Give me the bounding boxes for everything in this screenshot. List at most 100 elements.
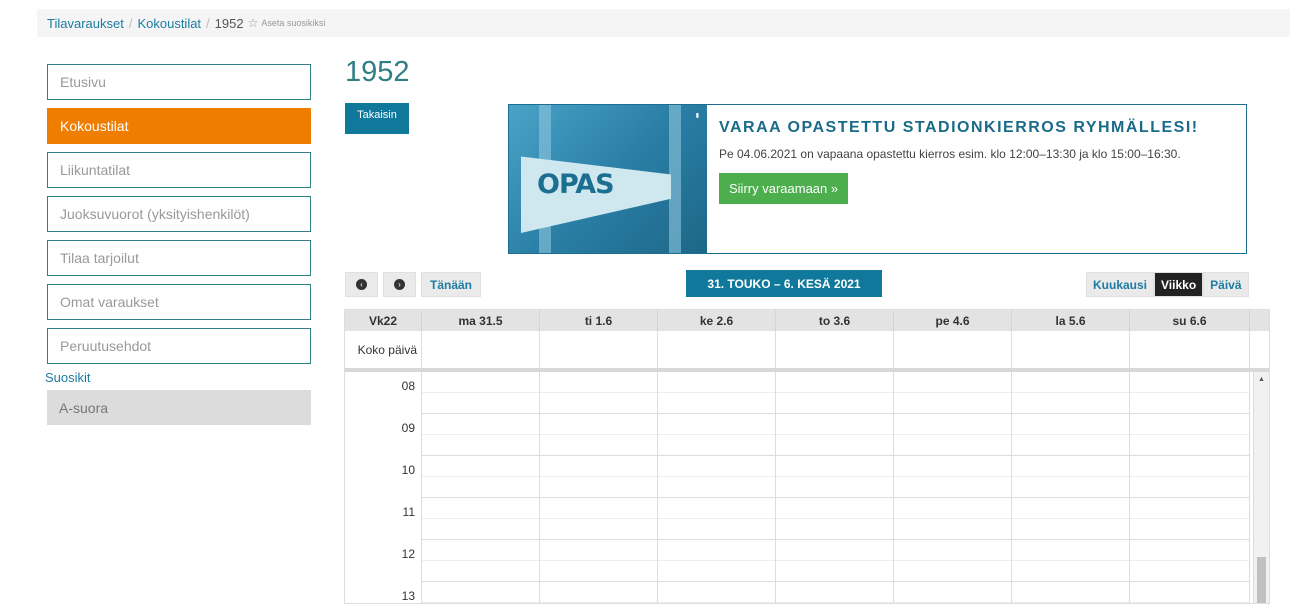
hour-row: 09 <box>345 414 1269 456</box>
page-title: 1952 <box>345 56 410 88</box>
time-slot-cell[interactable] <box>1012 456 1130 498</box>
time-slot-cell[interactable] <box>422 582 540 603</box>
time-slot-cell[interactable] <box>1130 414 1250 456</box>
star-icon[interactable]: ☆ <box>248 16 259 30</box>
breadcrumb-link-tilavaraukset[interactable]: Tilavaraukset <box>47 16 124 31</box>
next-week-button[interactable]: › <box>383 272 416 297</box>
breadcrumb-link-kokoustilat[interactable]: Kokoustilat <box>137 16 201 31</box>
time-slot-cell[interactable] <box>658 456 776 498</box>
time-slot-cell[interactable] <box>776 372 894 414</box>
time-slot-cell[interactable] <box>1130 372 1250 414</box>
time-slot-cell[interactable] <box>422 498 540 540</box>
time-slot-cell[interactable] <box>1130 540 1250 582</box>
time-slot-cell[interactable] <box>894 456 1012 498</box>
sidebar-item-omat-varaukset[interactable]: Omat varaukset <box>47 284 311 320</box>
allday-cell[interactable] <box>540 331 658 368</box>
hour-row: 13 <box>345 582 1269 603</box>
time-slot-cell[interactable] <box>540 498 658 540</box>
time-slot-cell[interactable] <box>776 456 894 498</box>
allday-label: Koko päivä <box>345 331 422 368</box>
time-slot-cell[interactable] <box>1012 498 1130 540</box>
hour-row: 10 <box>345 456 1269 498</box>
day-header: pe 4.6 <box>894 310 1012 331</box>
back-button[interactable]: Takaisin <box>345 103 409 134</box>
time-slot-cell[interactable] <box>422 414 540 456</box>
calendar-header-row: Vk22 ma 31.5 ti 1.6 ke 2.6 to 3.6 pe 4.6… <box>345 310 1269 331</box>
time-slot-cell[interactable] <box>658 414 776 456</box>
time-slot-cell[interactable] <box>1130 456 1250 498</box>
banner-heading: VARAA OPASTETTU STADIONKIERROS RYHMÄLLES… <box>719 119 1199 136</box>
view-week-button[interactable]: Viikko <box>1154 272 1204 297</box>
hour-row: 08 <box>345 372 1269 414</box>
calendar-scrollbar[interactable]: ▲ <box>1253 372 1269 603</box>
banner-body: Pe 04.06.2021 on vapaana opastettu kierr… <box>719 147 1181 161</box>
time-slot-cell[interactable] <box>894 582 1012 603</box>
today-button[interactable]: Tänään <box>421 272 481 297</box>
time-slot-cell[interactable] <box>1012 540 1130 582</box>
time-slot-cell[interactable] <box>894 414 1012 456</box>
sidebar-item-tilaa-tarjoilut[interactable]: Tilaa tarjoilut <box>47 240 311 276</box>
allday-cell[interactable] <box>1012 331 1130 368</box>
view-month-button[interactable]: Kuukausi <box>1086 272 1155 297</box>
banner-fine-print: ▮ <box>695 113 699 119</box>
time-slot-cell[interactable] <box>540 540 658 582</box>
allday-cell[interactable] <box>658 331 776 368</box>
time-slot-cell[interactable] <box>540 372 658 414</box>
time-slot-cell[interactable] <box>776 498 894 540</box>
time-slot-cell[interactable] <box>894 498 1012 540</box>
time-slot-cell[interactable] <box>422 540 540 582</box>
time-slot-cell[interactable] <box>776 540 894 582</box>
time-slot-cell[interactable] <box>658 582 776 603</box>
allday-cell[interactable] <box>422 331 540 368</box>
sidebar-item-liikuntatilat[interactable]: Liikuntatilat <box>47 152 311 188</box>
scroll-up-icon[interactable]: ▲ <box>1258 376 1265 383</box>
view-day-button[interactable]: Päivä <box>1203 272 1249 297</box>
time-slot-cell[interactable] <box>894 372 1012 414</box>
time-slot-cell[interactable] <box>1012 414 1130 456</box>
prev-week-button[interactable]: ‹ <box>345 272 378 297</box>
favorite-item-a-suora[interactable]: A-suora <box>47 390 311 425</box>
time-slot-cell[interactable] <box>1130 582 1250 603</box>
set-favorite-link[interactable]: Aseta suosikiksi <box>261 18 325 28</box>
allday-cell[interactable] <box>776 331 894 368</box>
sidebar-item-juoksuvuorot[interactable]: Juoksuvuorot (yksityishenkilöt) <box>47 196 311 232</box>
scrollbar-thumb[interactable] <box>1257 557 1266 603</box>
time-slot-cell[interactable] <box>658 498 776 540</box>
day-header: ti 1.6 <box>540 310 658 331</box>
time-slot-cell[interactable] <box>1012 372 1130 414</box>
sidebar-item-etusivu[interactable]: Etusivu <box>47 64 311 100</box>
hour-label: 11 <box>345 498 422 540</box>
time-slot-cell[interactable] <box>776 414 894 456</box>
day-header: ma 31.5 <box>422 310 540 331</box>
calendar-range-title: 31. TOUKO – 6. KESÄ 2021 <box>686 270 882 297</box>
view-switcher: Kuukausi Viikko Päivä <box>1086 272 1249 297</box>
sidebar-item-peruutusehdot[interactable]: Peruutusehdot <box>47 328 311 364</box>
chevron-right-icon: › <box>394 279 405 290</box>
allday-cell[interactable] <box>1130 331 1250 368</box>
time-slot-cell[interactable] <box>658 372 776 414</box>
allday-row: Koko päivä <box>345 331 1269 372</box>
allday-cell[interactable] <box>894 331 1012 368</box>
book-now-button[interactable]: Siirry varaamaan » <box>719 173 849 204</box>
time-slot-cell[interactable] <box>422 456 540 498</box>
hour-row: 12 <box>345 540 1269 582</box>
time-slot-cell[interactable] <box>776 582 894 603</box>
time-slot-cell[interactable] <box>540 582 658 603</box>
time-slot-cell[interactable] <box>422 372 540 414</box>
time-slot-cell[interactable] <box>1130 498 1250 540</box>
promo-banner: OPAS ▮ VARAA OPASTETTU STADIONKIERROS RY… <box>508 104 1247 254</box>
hour-label: 10 <box>345 456 422 498</box>
day-header: la 5.6 <box>1012 310 1130 331</box>
day-header: to 3.6 <box>776 310 894 331</box>
time-slot-cell[interactable] <box>540 414 658 456</box>
sidebar-item-kokoustilat[interactable]: Kokoustilat <box>47 108 311 144</box>
time-slot-cell[interactable] <box>658 540 776 582</box>
time-slot-cell[interactable] <box>540 456 658 498</box>
favorites-heading: Suosikit <box>45 370 91 385</box>
week-calendar: Vk22 ma 31.5 ti 1.6 ke 2.6 to 3.6 pe 4.6… <box>344 309 1270 604</box>
breadcrumb-separator: / <box>206 15 210 31</box>
time-slot-cell[interactable] <box>1012 582 1130 603</box>
time-slot-cell[interactable] <box>894 540 1012 582</box>
hour-label: 12 <box>345 540 422 582</box>
hour-label: 08 <box>345 372 422 414</box>
